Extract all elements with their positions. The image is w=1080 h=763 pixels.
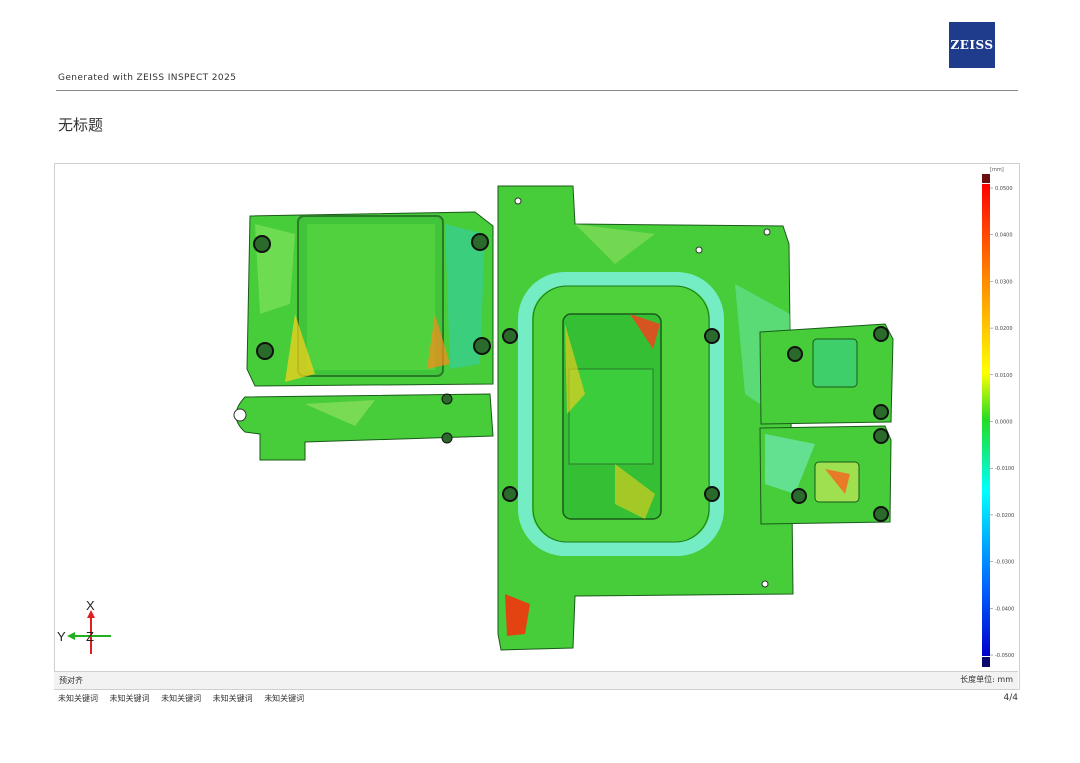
- scale-tick-label: 0.0200: [995, 326, 1013, 332]
- color-scale-legend: [mm] 0.0500 0.0400 0.0300 0.0200 0.0100 0.000…: [982, 167, 1014, 667]
- alignment-label: 预对齐: [59, 676, 83, 685]
- unit-value: mm: [997, 675, 1013, 684]
- color-map-3d-view: X Y Z [mm] 0.0500 0.0400 0.0300 0.0200 0.010…: [57, 167, 1014, 667]
- axis-x-label: X: [86, 598, 95, 613]
- scale-tick-label: -0.0400: [995, 606, 1014, 612]
- scale-ticks: 0.0500 0.0400 0.0300 0.0200 0.0100 0.0000 -0.0…: [990, 186, 1014, 659]
- scale-tick-label: 0.0100: [995, 373, 1013, 379]
- scale-gradient-bar: [982, 184, 990, 656]
- keyword: 未知关键词: [161, 694, 202, 703]
- scale-unit: [mm]: [990, 167, 1004, 173]
- scale-tick-label: 0.0300: [995, 279, 1013, 285]
- deviation-view: X Y Z [mm] 0.0500 0.0400 0.0300 0.0200 0.010…: [54, 163, 1020, 690]
- axis-z-label: Z: [86, 629, 94, 644]
- generated-with-label: Generated with ZEISS INSPECT 2025: [58, 73, 237, 83]
- scale-tick-label: 0.0400: [995, 233, 1013, 239]
- part-left-arm: [233, 393, 494, 461]
- header-divider: [56, 90, 1018, 91]
- keyword: 未知关键词: [58, 694, 98, 703]
- scale-tick-label: 0.0000: [995, 420, 1013, 426]
- scale-tick-label: -0.0200: [995, 513, 1014, 519]
- unit-label-text: 长度单位:: [960, 675, 998, 684]
- scale-under-swatch: [982, 657, 990, 667]
- zeiss-logo: ZEISS: [949, 22, 995, 68]
- scale-tick-label: -0.0100: [995, 466, 1014, 472]
- keyword: 未知关键词: [264, 694, 305, 703]
- scale-tick-label: -0.0500: [995, 653, 1014, 659]
- keyword: 未知关键词: [109, 694, 150, 703]
- axis-y-label: Y: [57, 629, 66, 644]
- part-left-upper: [246, 211, 494, 387]
- keyword: 未知关键词: [212, 694, 253, 703]
- keyword-row: 未知关键词 未知关键词 未知关键词 未知关键词 未知关键词: [58, 693, 313, 704]
- axis-triad: X Y Z: [57, 598, 111, 654]
- part-right-blocks: [759, 323, 894, 525]
- scale-tick-label: -0.0300: [995, 560, 1014, 566]
- status-row: 预对齐 长度单位: mm: [54, 671, 1018, 689]
- scale-over-swatch: [982, 174, 990, 183]
- page-title: 无标题: [58, 116, 104, 134]
- page-number: 4/4: [1003, 693, 1018, 703]
- scale-tick-label: 0.0500: [995, 186, 1013, 192]
- part-center-plate: [497, 185, 794, 651]
- unit-label: 长度单位: mm: [960, 674, 1013, 685]
